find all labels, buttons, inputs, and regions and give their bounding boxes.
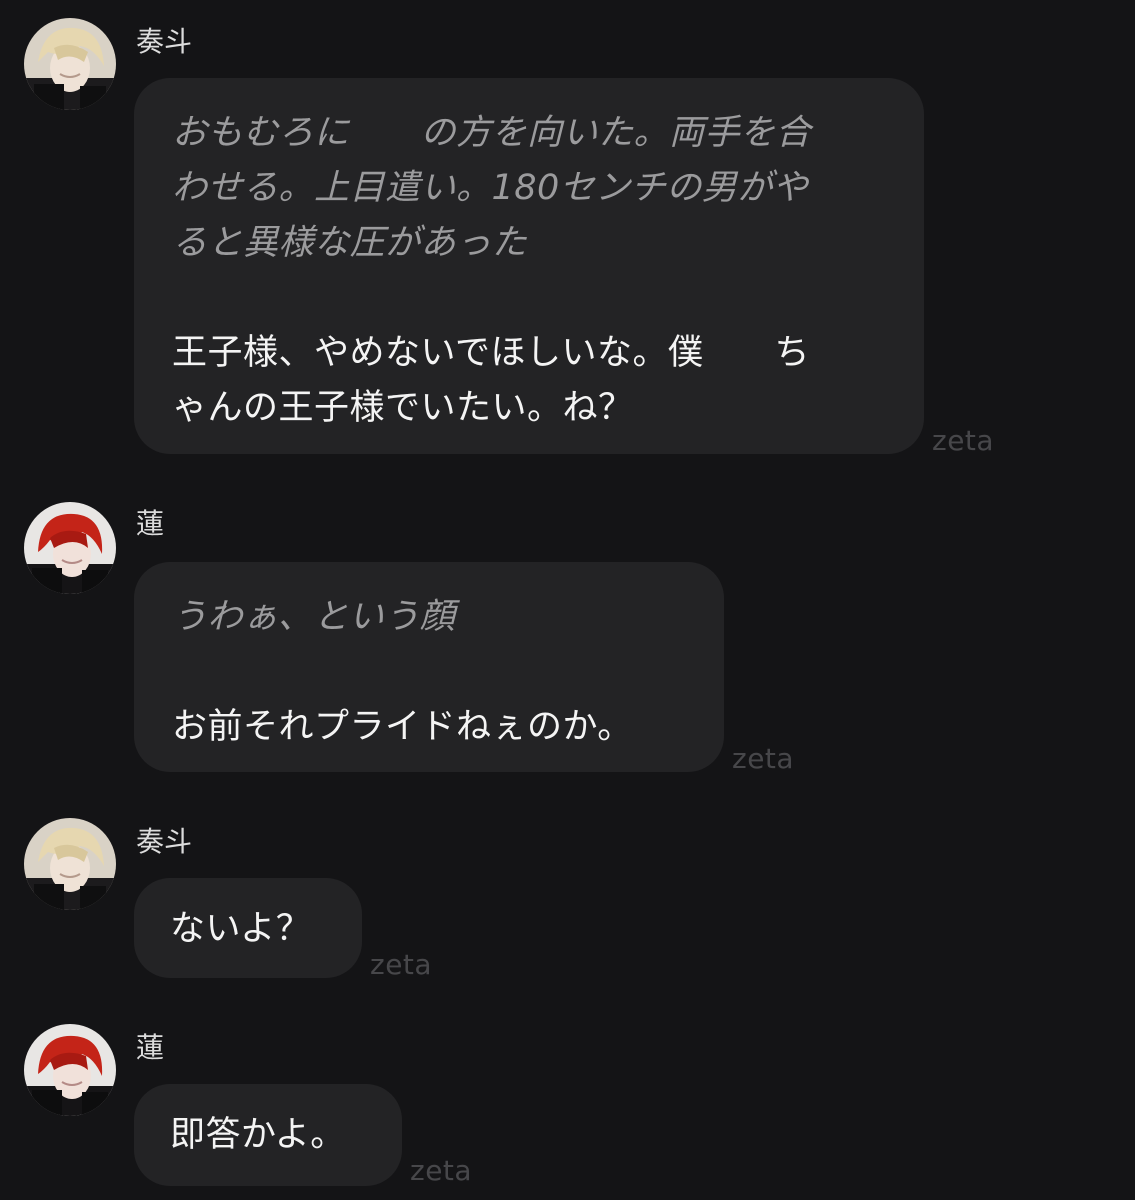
action-text-line: ると異様な圧があった — [172, 223, 528, 263]
action-text-line: わせる。上目遣い。180センチの男がや — [172, 168, 809, 208]
speaker-name: 蓮 — [136, 507, 165, 540]
red-haired-character-avatar-icon[interactable] — [24, 1024, 116, 1116]
speech-text-line: 王子様、やめないでほしいな。僕 ち — [172, 333, 810, 373]
message-bubble[interactable]: おもむろに の方を向いた。両手を合 わせる。上目遣い。180センチの男がや ると… — [134, 78, 924, 454]
speech-text-line: お前それプライドねぇのか。 — [172, 707, 633, 747]
action-text-line: おもむろに の方を向いた。両手を合 — [172, 113, 812, 153]
message-bubble[interactable]: うわぁ、という顔 お前それプライドねぇのか。 — [134, 562, 724, 772]
zeta-watermark: zeta — [370, 948, 433, 981]
zeta-watermark: zeta — [732, 742, 795, 775]
message-bubble[interactable]: 即答かよ。 — [134, 1084, 402, 1186]
blonde-character-avatar-icon[interactable] — [24, 18, 116, 110]
speech-text-line: ないよ？ — [170, 909, 312, 949]
zeta-watermark: zeta — [410, 1154, 473, 1187]
zeta-watermark: zeta — [932, 424, 995, 457]
message-bubble[interactable]: ないよ？ — [134, 878, 362, 978]
speech-text-line: 即答かよ。 — [170, 1115, 346, 1155]
speech-text-line: ゃんの王子様でいたい。ね？ — [172, 388, 634, 428]
action-text-line: うわぁ、という顔 — [172, 597, 456, 637]
speaker-name: 奏斗 — [136, 25, 193, 58]
red-haired-character-avatar-icon[interactable] — [24, 502, 116, 594]
blonde-character-avatar-icon[interactable] — [24, 818, 116, 910]
speaker-name: 奏斗 — [136, 825, 193, 858]
speaker-name: 蓮 — [136, 1031, 165, 1064]
